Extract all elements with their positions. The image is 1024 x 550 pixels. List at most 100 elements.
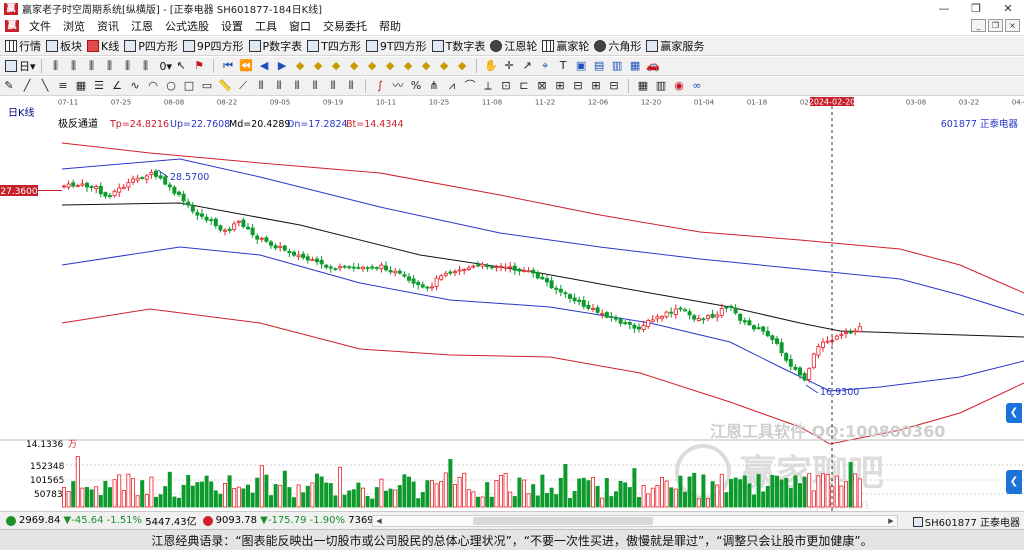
circle-tool-icon[interactable]: ○ xyxy=(164,79,178,93)
prev-icon[interactable]: ◀ xyxy=(257,59,271,73)
menu-gann[interactable]: 江恩 xyxy=(125,18,159,34)
export-icon[interactable]: ▦ xyxy=(628,59,642,73)
diamond-tool-10-icon[interactable]: ◆ xyxy=(455,59,469,73)
grid-tool-icon[interactable]: ▦ xyxy=(74,79,88,93)
menu-settings[interactable]: 设置 xyxy=(215,18,249,34)
diamond-tool-2-icon[interactable]: ◆ xyxy=(311,59,325,73)
bar-tool-2-icon[interactable]: ⫼ xyxy=(67,59,81,73)
diamond-tool-6-icon[interactable]: ◆ xyxy=(383,59,397,73)
bars-tool-icon[interactable]: ⫴ xyxy=(254,79,268,93)
tb-sector-button[interactable]: 板块 xyxy=(46,38,82,54)
scroll-right-icon[interactable]: ▶ xyxy=(885,516,897,526)
flag-icon[interactable]: ⚑ xyxy=(192,59,206,73)
diamond-tool-7-icon[interactable]: ◆ xyxy=(401,59,415,73)
line-tool-icon[interactable]: ╱ xyxy=(20,79,34,93)
horizontal-scrollbar[interactable]: ◀ ▶ xyxy=(372,515,898,527)
infinity-icon[interactable]: ∞ xyxy=(690,79,704,93)
period-select[interactable]: 日 ▾ xyxy=(5,58,36,74)
bar-tool-5-icon[interactable]: ⫼ xyxy=(121,59,135,73)
line-tool-2-icon[interactable]: ╲ xyxy=(38,79,52,93)
tb-p-number-button[interactable]: P数字表 xyxy=(248,38,302,54)
percent-tool-icon[interactable]: % xyxy=(409,79,423,93)
tb-p-square-button[interactable]: P四方形 xyxy=(124,38,178,54)
save-icon[interactable]: ▣ xyxy=(574,59,588,73)
tb-hexagon-button[interactable]: 六角形 xyxy=(594,38,641,54)
tb-9p-square-button[interactable]: 9P四方形 xyxy=(182,38,244,54)
tb-winner-wheel-button[interactable]: 赢家轮 xyxy=(542,38,589,54)
gann-tool-3-icon[interactable]: ⊞ xyxy=(589,79,603,93)
arc-tool-icon[interactable]: ◠ xyxy=(146,79,160,93)
rect-tool-2-icon[interactable]: ▭ xyxy=(200,79,214,93)
gann-tool-icon[interactable]: ⊞ xyxy=(553,79,567,93)
hand-icon[interactable]: ✋ xyxy=(484,59,498,73)
side-expand-2-icon[interactable]: ❮ xyxy=(1006,470,1022,494)
bar-tool-icon[interactable]: ⫼ xyxy=(49,59,63,73)
diamond-tool-3-icon[interactable]: ◆ xyxy=(329,59,343,73)
cycle-tool-icon[interactable]: ∿ xyxy=(128,79,142,93)
table-tool-2-icon[interactable]: ▥ xyxy=(654,79,668,93)
gann-tool-4-icon[interactable]: ⊟ xyxy=(607,79,621,93)
menu-file[interactable]: 文件 xyxy=(23,18,57,34)
mdi-minimize-button[interactable]: _ xyxy=(971,19,986,32)
tb-9t-square-button[interactable]: 9T四方形 xyxy=(365,38,427,54)
scroll-thumb[interactable] xyxy=(473,517,653,525)
menu-tools[interactable]: 工具 xyxy=(249,18,283,34)
maximize-button[interactable]: ❐ xyxy=(960,0,992,17)
prev-page-icon[interactable]: ⏪ xyxy=(239,59,253,73)
menu-browse[interactable]: 浏览 xyxy=(57,18,91,34)
bars-tool-4-icon[interactable]: ⫴ xyxy=(308,79,322,93)
rect-tool-icon[interactable]: □ xyxy=(182,79,196,93)
print-icon[interactable]: ▥ xyxy=(610,59,624,73)
tb-t-square-button[interactable]: T四方形 xyxy=(307,38,361,54)
gann-tool-2-icon[interactable]: ⊟ xyxy=(571,79,585,93)
fib-tool-icon[interactable]: ☰ xyxy=(92,79,106,93)
menu-window[interactable]: 窗口 xyxy=(283,18,317,34)
menu-info[interactable]: 资讯 xyxy=(91,18,125,34)
ruler-tool-icon[interactable]: 📏 xyxy=(218,79,232,93)
trend-tool-icon[interactable]: ⟂ xyxy=(481,79,495,93)
bar-tool-6-icon[interactable]: ⫼ xyxy=(139,59,153,73)
bars-tool-2-icon[interactable]: ⫴ xyxy=(272,79,286,93)
index-sz[interactable]: 9093.78 ▼-175.79 -1.90% 7369.95 xyxy=(202,515,390,526)
diamond-tool-9-icon[interactable]: ◆ xyxy=(437,59,451,73)
diamond-tool-8-icon[interactable]: ◆ xyxy=(419,59,433,73)
next-icon[interactable]: ▶ xyxy=(275,59,289,73)
first-icon[interactable]: ⏮ xyxy=(221,59,235,73)
bars-tool-3-icon[interactable]: ⫴ xyxy=(290,79,304,93)
arrow-tool-icon[interactable]: ↗ xyxy=(520,59,534,73)
zero-select[interactable]: 0 ▾ xyxy=(160,60,173,73)
menu-help[interactable]: 帮助 xyxy=(373,18,407,34)
curve-tool-icon[interactable]: ∫ xyxy=(373,79,387,93)
diamond-tool-icon[interactable]: ◆ xyxy=(293,59,307,73)
box-tool-icon[interactable]: ⊡ xyxy=(499,79,513,93)
mark-tool-icon[interactable]: ⊠ xyxy=(535,79,549,93)
ray-tool-icon[interactable]: ⟋ xyxy=(236,79,250,93)
wave-tool-icon[interactable]: 〰 xyxy=(391,79,405,93)
bar-tool-3-icon[interactable]: ⫼ xyxy=(85,59,99,73)
fan-tool-icon[interactable]: ⌖ xyxy=(538,59,552,73)
step-tool-icon[interactable]: ⌒ xyxy=(463,79,477,93)
mdi-restore-button[interactable]: ❐ xyxy=(988,19,1003,32)
scroll-left-icon[interactable]: ◀ xyxy=(373,516,385,526)
tb-gann-wheel-button[interactable]: 江恩轮 xyxy=(490,38,537,54)
menu-formula[interactable]: 公式选股 xyxy=(159,18,215,34)
speed-tool-icon[interactable]: ⋔ xyxy=(427,79,441,93)
globe-icon[interactable]: ◉ xyxy=(672,79,686,93)
tb-service-button[interactable]: 赢家服务 xyxy=(646,38,704,54)
car-icon[interactable]: 🚗 xyxy=(646,59,660,73)
side-expand-icon[interactable]: ❮ xyxy=(1006,403,1022,423)
close-button[interactable]: ✕ xyxy=(992,0,1024,17)
tb-t-number-button[interactable]: T数字表 xyxy=(431,38,485,54)
channel-tool-icon[interactable]: ≡ xyxy=(56,79,70,93)
tb-kline-button[interactable]: K线 xyxy=(87,38,119,54)
angle-tool-icon[interactable]: ∠ xyxy=(110,79,124,93)
bars-tool-5-icon[interactable]: ⫴ xyxy=(326,79,340,93)
pen-icon[interactable]: ✎ xyxy=(2,79,16,93)
minimize-button[interactable]: — xyxy=(928,0,960,17)
text-tool-icon[interactable]: T xyxy=(556,59,570,73)
index-sh[interactable]: 2969.84 ▼-45.64 -1.51% 5447.43亿 xyxy=(6,513,197,528)
table-tool-icon[interactable]: ▦ xyxy=(636,79,650,93)
cross-icon[interactable]: ✛ xyxy=(502,59,516,73)
kline-chart[interactable]: 07-11 07-25 08-08 08-22 09-05 09-19 10-11 10-25… xyxy=(0,97,1024,511)
diamond-tool-5-icon[interactable]: ◆ xyxy=(365,59,379,73)
